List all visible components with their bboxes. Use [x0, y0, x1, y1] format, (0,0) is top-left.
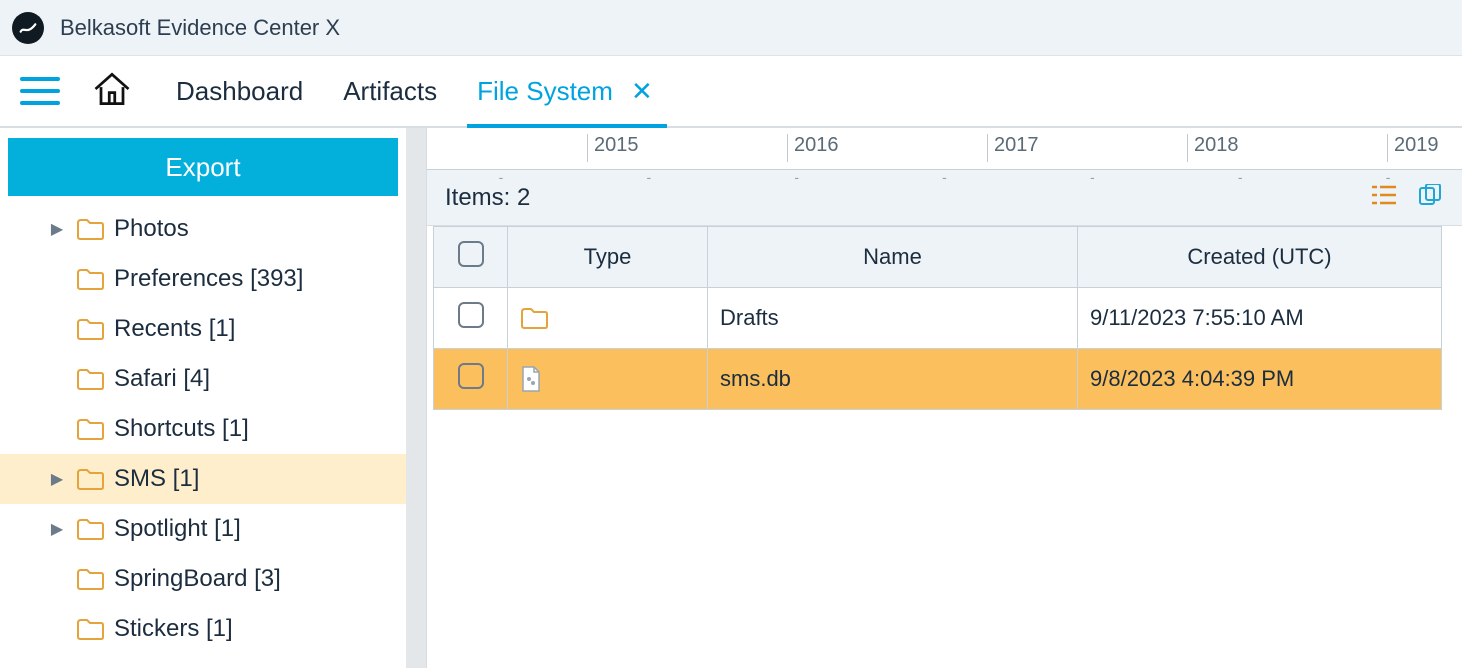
tree-item[interactable]: Safari [4]	[0, 354, 406, 404]
grid-wrap: Type Name Created (UTC) Drafts9/11/2023 …	[427, 226, 1462, 668]
tab-close-icon[interactable]: ✕	[627, 78, 657, 104]
tree-item[interactable]: ▶ Spotlight [1]	[0, 504, 406, 554]
tree-item-label: SMS [1]	[114, 465, 199, 493]
list-view-icon[interactable]	[1370, 184, 1398, 211]
tree-item[interactable]: Recents [1]	[0, 304, 406, 354]
folder-icon	[76, 217, 104, 241]
cell-created: 9/11/2023 7:55:10 AM	[1078, 288, 1442, 349]
tree-item-label: Spotlight [1]	[114, 515, 241, 543]
timeline-year: 2017	[987, 134, 1039, 162]
app-logo	[12, 12, 44, 44]
tree-item[interactable]: ▶ Photos	[0, 204, 406, 254]
folder-icon	[76, 517, 104, 541]
tree-item-label: Stickers [1]	[114, 615, 233, 643]
tab-file-system[interactable]: File System ✕	[473, 56, 661, 126]
nav-bar: Dashboard Artifacts File System ✕	[0, 56, 1462, 128]
timeline-ticks: -------	[427, 169, 1462, 179]
tree-item-label: Shortcuts [1]	[114, 415, 249, 443]
file-list-pane: 2015 2016 2017 2018 2019 ------- Items: 2 Typ…	[426, 128, 1462, 668]
col-checkbox[interactable]	[434, 227, 508, 288]
sidebar: Export ▶ Photos Preferences [393] Recents […	[0, 128, 406, 668]
tree-item-label: SpringBoard [3]	[114, 565, 281, 593]
folder-tree: ▶ Photos Preferences [393] Recents [1] Safar…	[0, 204, 406, 668]
tree-item[interactable]: Stickers [1]	[0, 604, 406, 654]
tree-item[interactable]: SpringBoard [3]	[0, 554, 406, 604]
tab-dashboard[interactable]: Dashboard	[172, 56, 307, 126]
table-row[interactable]: sms.db9/8/2023 4:04:39 PM	[434, 349, 1442, 410]
title-bar: Belkasoft Evidence Center X	[0, 0, 1462, 56]
table-row[interactable]: Drafts9/11/2023 7:55:10 AM	[434, 288, 1442, 349]
row-checkbox[interactable]	[458, 363, 484, 389]
header-checkbox[interactable]	[458, 241, 484, 267]
file-icon	[520, 365, 695, 393]
expander-icon[interactable]: ▶	[48, 519, 66, 539]
tree-item-label: Photos	[114, 215, 189, 243]
folder-icon	[520, 306, 695, 330]
tab-file-system-label: File System	[477, 76, 613, 107]
timeline-year: 2019	[1387, 134, 1439, 162]
row-checkbox[interactable]	[458, 302, 484, 328]
hamburger-menu-icon[interactable]	[18, 73, 62, 109]
cell-name: sms.db	[708, 349, 1078, 410]
cell-name: Drafts	[708, 288, 1078, 349]
tree-item[interactable]: Preferences [393]	[0, 254, 406, 304]
timeline[interactable]: 20152016201720182019-------	[427, 128, 1462, 170]
splitter-handle[interactable]	[406, 128, 426, 668]
folder-icon	[76, 367, 104, 391]
folder-icon	[76, 467, 104, 491]
file-grid: Type Name Created (UTC) Drafts9/11/2023 …	[433, 226, 1442, 410]
folder-icon	[76, 267, 104, 291]
tree-item[interactable]: Shortcuts [1]	[0, 404, 406, 454]
cell-type	[508, 349, 708, 410]
tabs: Dashboard Artifacts File System ✕	[172, 56, 661, 126]
copy-view-icon[interactable]	[1416, 184, 1444, 211]
folder-icon	[76, 617, 104, 641]
timeline-year: 2016	[787, 134, 839, 162]
tree-item-label: Preferences [393]	[114, 265, 303, 293]
folder-icon	[76, 317, 104, 341]
tree-item[interactable]: ▶ SMS [1]	[0, 454, 406, 504]
cell-type	[508, 288, 708, 349]
expander-icon[interactable]: ▶	[48, 469, 66, 489]
app-title: Belkasoft Evidence Center X	[60, 15, 340, 41]
main-content: Export ▶ Photos Preferences [393] Recents […	[0, 128, 1462, 668]
tree-item-label: Recents [1]	[114, 315, 235, 343]
items-count: Items: 2	[445, 184, 530, 212]
home-icon[interactable]	[90, 67, 134, 116]
expander-icon[interactable]: ▶	[48, 219, 66, 239]
export-button[interactable]: Export	[8, 138, 398, 196]
col-name[interactable]: Name	[708, 227, 1078, 288]
timeline-year: 2018	[1187, 134, 1239, 162]
tree-item-label: Safari [4]	[114, 365, 210, 393]
col-created[interactable]: Created (UTC)	[1078, 227, 1442, 288]
folder-icon	[76, 567, 104, 591]
folder-icon	[76, 417, 104, 441]
cell-created: 9/8/2023 4:04:39 PM	[1078, 349, 1442, 410]
tab-artifacts[interactable]: Artifacts	[339, 56, 441, 126]
timeline-year: 2015	[587, 134, 639, 162]
col-type[interactable]: Type	[508, 227, 708, 288]
